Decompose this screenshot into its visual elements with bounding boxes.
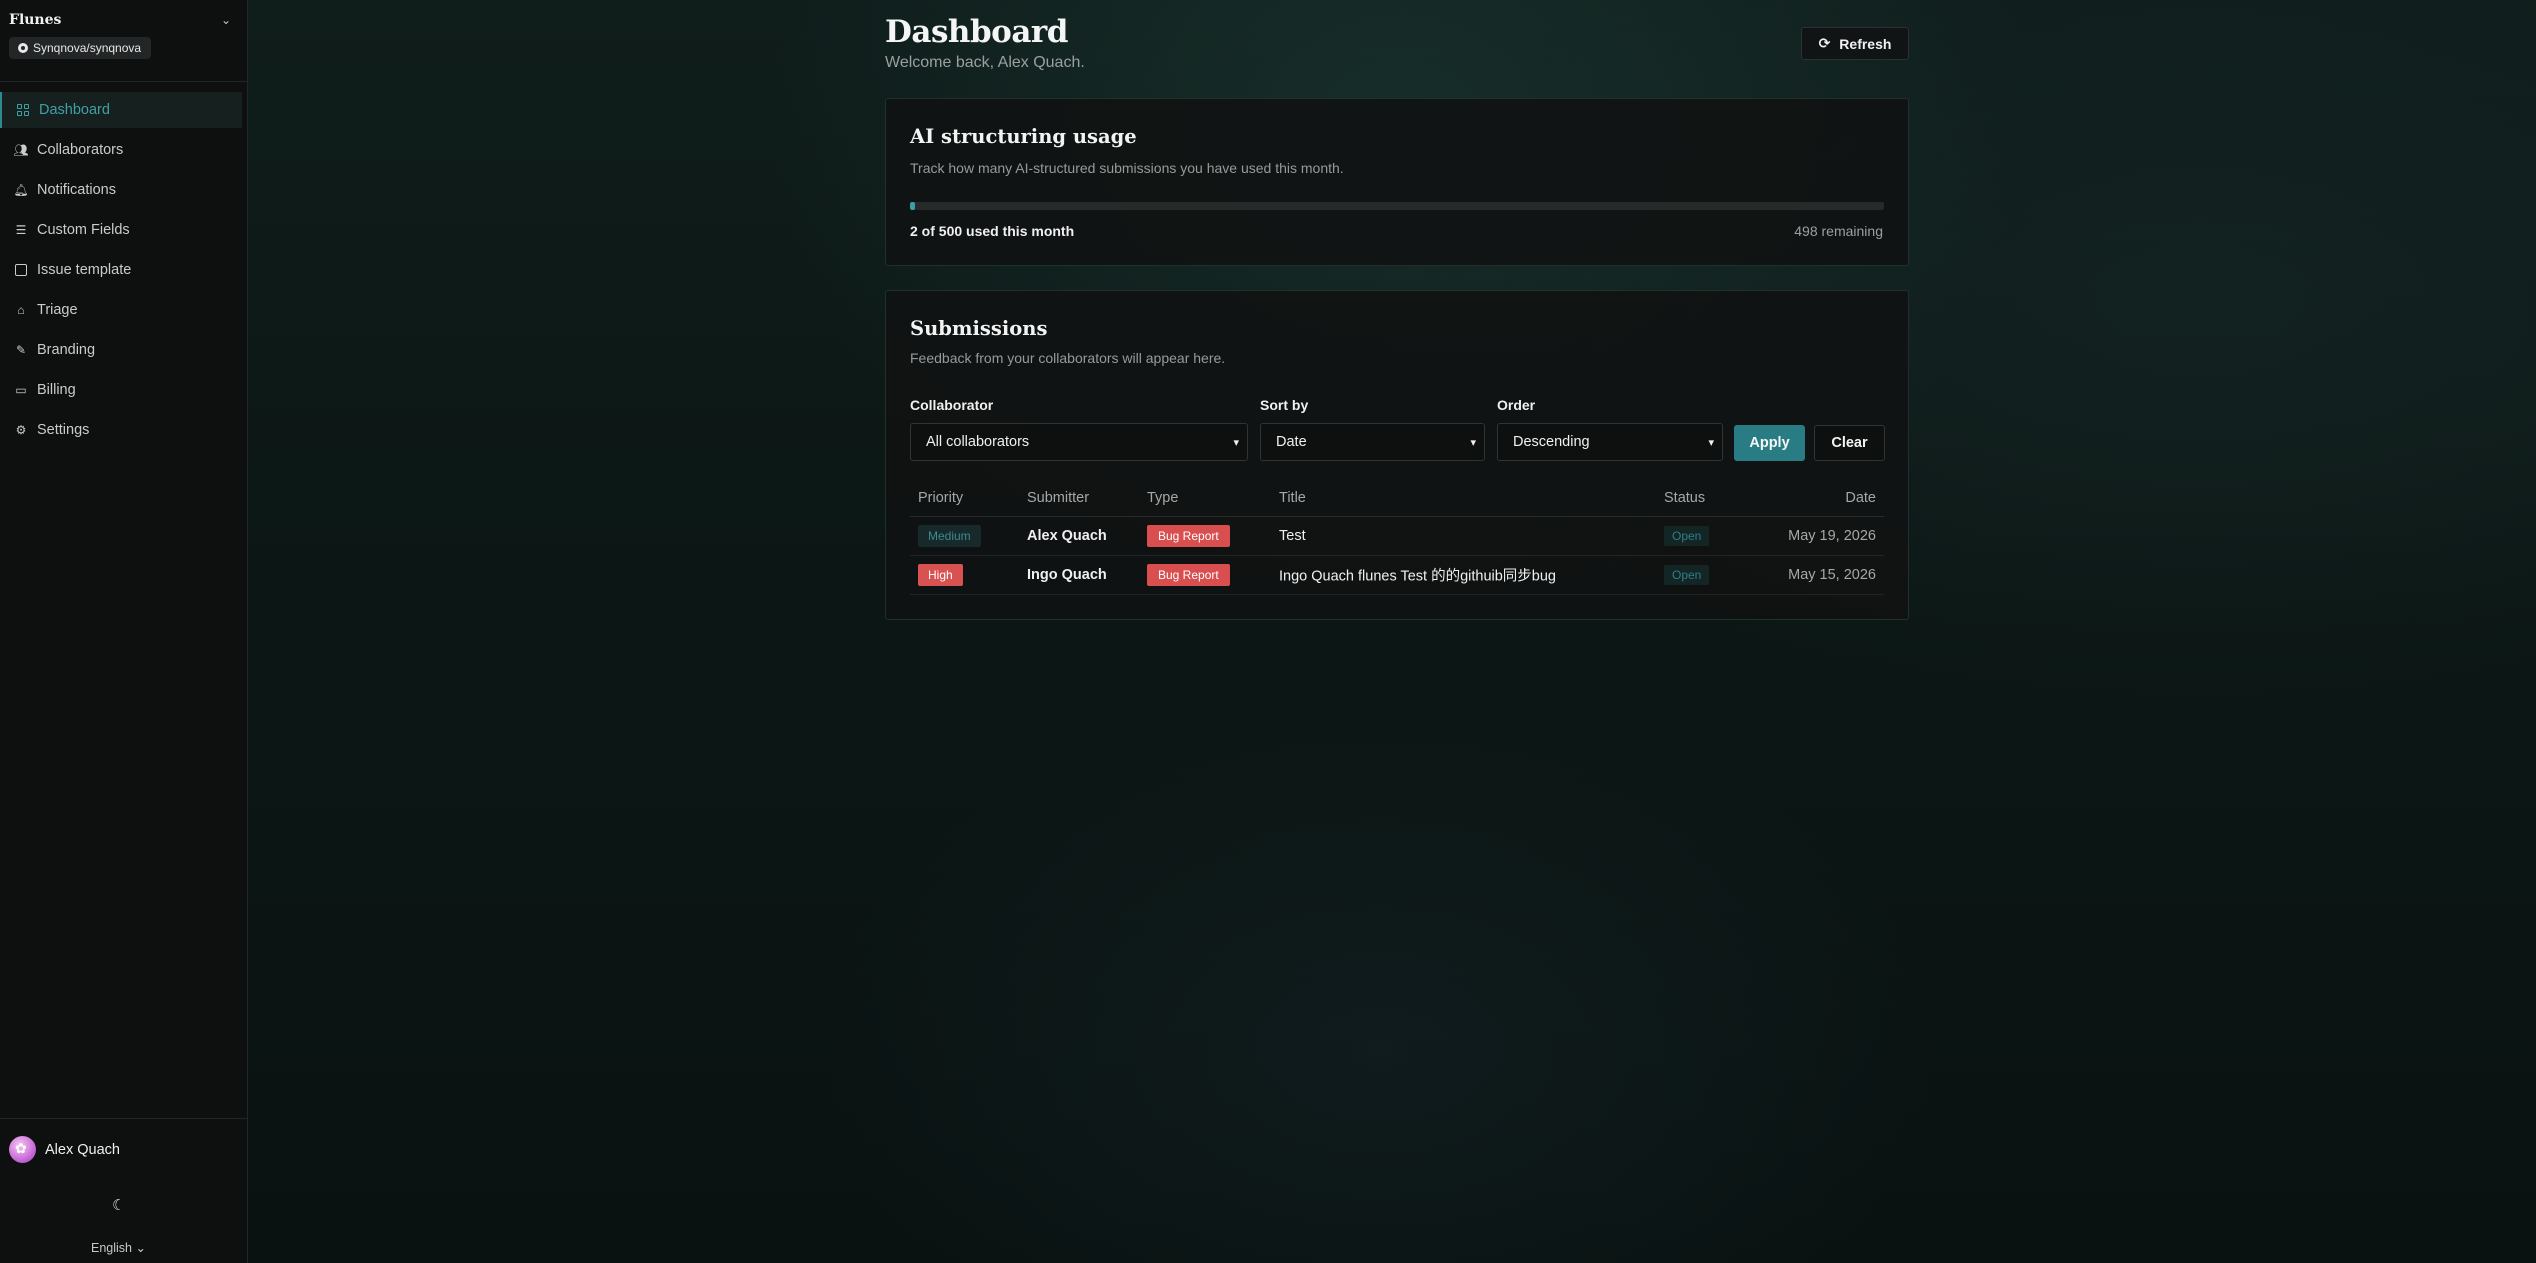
status-badge: Open xyxy=(1664,526,1710,546)
type-badge: Bug Report xyxy=(1147,564,1230,586)
page-title: Dashboard xyxy=(885,14,1068,50)
brand-name: Flunes xyxy=(9,12,62,28)
chevron-down-icon: ▾ xyxy=(1470,436,1476,449)
column-header-type[interactable]: Type xyxy=(1147,490,1178,506)
sidebar: Flunes ⌄ Synqnova/synqnova Dashboard 👥︎ … xyxy=(0,0,248,1263)
usage-remaining-text: 498 remaining xyxy=(1794,223,1883,239)
sidebar-item-label: Collaborators xyxy=(37,142,124,158)
submissions-title: Submissions xyxy=(910,317,1048,340)
submissions-description: Feedback from your collaborators will ap… xyxy=(910,350,1226,366)
apply-button[interactable]: Apply xyxy=(1734,425,1805,461)
sidebar-item-label: Issue template xyxy=(37,262,132,278)
order-filter-label: Order xyxy=(1497,397,1536,413)
gear-icon: ⚙︎ xyxy=(15,423,27,437)
type-badge: Bug Report xyxy=(1147,525,1230,547)
collaborator-filter-label: Collaborator xyxy=(910,397,994,413)
user-menu[interactable]: Alex Quach xyxy=(9,1136,120,1163)
sidebar-item-label: Billing xyxy=(37,382,76,398)
usage-progress-bar xyxy=(910,202,1884,210)
repo-badge[interactable]: Synqnova/synqnova xyxy=(9,37,152,59)
refresh-button[interactable]: ⟳ Refresh xyxy=(1801,27,1909,60)
sidebar-item-triage[interactable]: ⌂ Triage xyxy=(0,292,242,328)
users-icon: 👥︎ xyxy=(13,143,29,157)
collaborator-select-value: All collaborators xyxy=(926,434,1030,450)
refresh-label: Refresh xyxy=(1839,35,1892,52)
sidebar-item-label: Settings xyxy=(37,422,90,438)
card-icon: ▭ xyxy=(15,383,27,397)
sidebar-item-settings[interactable]: ⚙︎ Settings xyxy=(0,412,242,448)
sidebar-item-label: Notifications xyxy=(37,182,116,198)
submission-title: Test xyxy=(1279,528,1306,544)
sidebar-item-billing[interactable]: ▭ Billing xyxy=(0,372,242,408)
moon-icon[interactable]: ☾ xyxy=(112,1196,125,1214)
status-badge: Open xyxy=(1664,565,1710,585)
workspace-switcher[interactable]: Flunes ⌄ xyxy=(0,0,247,28)
github-icon xyxy=(18,43,28,53)
usage-progress-fill xyxy=(910,202,915,210)
table-row[interactable]: High Ingo Quach Bug Report Ingo Quach fl… xyxy=(910,556,1884,595)
submitter-name: Alex Quach xyxy=(1027,528,1107,544)
column-header-title[interactable]: Title xyxy=(1279,490,1306,506)
priority-badge: High xyxy=(918,564,963,586)
sidebar-item-dashboard[interactable]: Dashboard xyxy=(0,92,242,128)
usage-title: AI structuring usage xyxy=(910,125,1137,148)
sidebar-item-label: Branding xyxy=(37,342,96,358)
submission-date: May 19, 2026 xyxy=(1788,528,1876,544)
language-label: English xyxy=(91,1241,132,1255)
submissions-table: Priority Submitter Type Title Status Dat… xyxy=(910,479,1884,595)
clear-button[interactable]: Clear xyxy=(1814,425,1885,461)
usage-used-text: 2 of 500 used this month xyxy=(910,223,1075,239)
sidebar-item-notifications[interactable]: 🔔︎ Notifications xyxy=(0,172,242,208)
sort-filter-label: Sort by xyxy=(1260,397,1309,413)
column-header-priority[interactable]: Priority xyxy=(918,490,963,506)
priority-badge: Medium xyxy=(918,525,981,547)
brush-icon: ✎ xyxy=(15,343,27,357)
language-selector[interactable]: English ⌄ xyxy=(91,1240,146,1255)
column-header-submitter[interactable]: Submitter xyxy=(1027,490,1089,506)
sidebar-item-label: Custom Fields xyxy=(37,222,130,238)
table-header: Priority Submitter Type Title Status Dat… xyxy=(910,479,1884,517)
order-select-value: Descending xyxy=(1513,434,1590,450)
sidebar-item-branding[interactable]: ✎ Branding xyxy=(0,332,242,368)
sidebar-item-label: Triage xyxy=(37,302,78,318)
sidebar-item-label: Dashboard xyxy=(39,102,110,118)
dashboard-icon xyxy=(16,103,30,117)
sort-select-value: Date xyxy=(1276,434,1307,450)
submitter-name: Ingo Quach xyxy=(1027,567,1107,583)
chevron-down-icon: ⌄ xyxy=(135,1241,146,1255)
sidebar-item-collaborators[interactable]: 👥︎ Collaborators xyxy=(0,132,242,168)
column-header-date[interactable]: Date xyxy=(1845,490,1876,506)
sidebar-item-issue-template[interactable]: Issue template xyxy=(0,252,242,288)
chevron-down-icon[interactable]: ⌄ xyxy=(221,13,231,27)
submission-date: May 15, 2026 xyxy=(1788,567,1876,583)
sidebar-footer-divider xyxy=(0,1118,248,1119)
refresh-icon: ⟳ xyxy=(1818,35,1831,51)
avatar xyxy=(9,1136,36,1163)
user-name: Alex Quach xyxy=(45,1141,120,1158)
sidebar-nav: Dashboard 👥︎ Collaborators 🔔︎ Notificati… xyxy=(0,92,248,452)
submission-title: Ingo Quach flunes Test 的的githuib同步bug xyxy=(1279,568,1557,585)
column-header-status[interactable]: Status xyxy=(1664,490,1705,506)
bell-icon: 🔔︎ xyxy=(13,183,29,197)
chevron-down-icon: ▾ xyxy=(1233,436,1239,449)
sidebar-item-custom-fields[interactable]: ☰ Custom Fields xyxy=(0,212,242,248)
sort-select[interactable]: Date ▾ xyxy=(1260,423,1485,461)
collaborator-select[interactable]: All collaborators ▾ xyxy=(910,423,1248,461)
file-icon xyxy=(14,263,28,277)
table-row[interactable]: Medium Alex Quach Bug Report Test Open M… xyxy=(910,517,1884,556)
list-icon: ☰ xyxy=(15,223,27,237)
chevron-down-icon: ▾ xyxy=(1708,436,1714,449)
order-select[interactable]: Descending ▾ xyxy=(1497,423,1723,461)
sidebar-divider xyxy=(0,81,248,82)
usage-description: Track how many AI-structured submissions… xyxy=(910,160,1344,176)
welcome-text: Welcome back, Alex Quach. xyxy=(885,54,1085,71)
usage-card: AI structuring usage Track how many AI-s… xyxy=(885,98,1909,266)
submissions-card: Submissions Feedback from your collabora… xyxy=(885,290,1909,620)
repo-name: Synqnova/synqnova xyxy=(33,41,142,55)
inbox-icon: ⌂ xyxy=(17,303,25,317)
